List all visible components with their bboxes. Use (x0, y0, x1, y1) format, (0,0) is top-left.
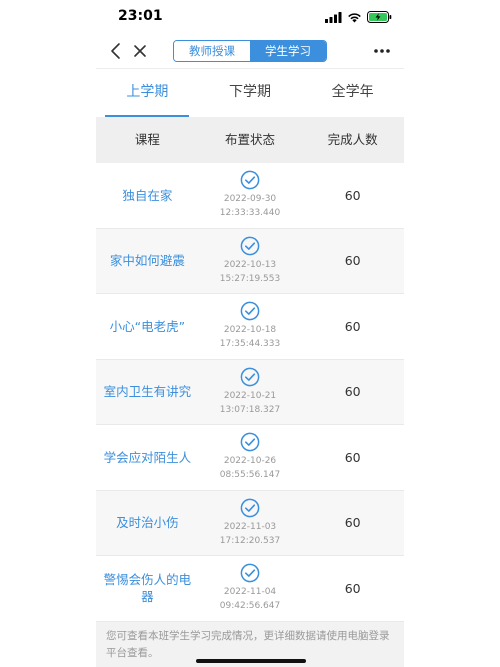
system-icons (325, 11, 392, 23)
assign-time: 13:07:18.327 (219, 404, 281, 415)
check-circle-icon (240, 563, 260, 583)
assign-time: 09:42:56.647 (219, 601, 281, 612)
more-icon[interactable] (372, 40, 392, 62)
course-name[interactable]: 室内卫生有讲究 (98, 383, 198, 400)
completed-count: 60 (344, 515, 361, 531)
right-gutter (404, 0, 500, 667)
left-gutter (0, 0, 96, 667)
column-header-course: 课程 (134, 132, 160, 147)
course-name[interactable]: 警惕会伤人的电器 (96, 571, 199, 605)
status-time: 23:01 (118, 8, 163, 24)
course-name[interactable]: 独自在家 (116, 187, 178, 204)
course-name[interactable]: 家中如何避震 (104, 252, 191, 269)
tab-second-semester[interactable]: 下学期 (199, 69, 302, 117)
assign-date: 2022-09-30 (223, 194, 277, 205)
close-icon[interactable] (130, 40, 150, 62)
battery-icon (367, 11, 392, 23)
segment-teacher[interactable]: 教师授课 (174, 41, 250, 61)
assign-date: 2022-11-04 (223, 587, 277, 598)
table-row[interactable]: 警惕会伤人的电器 2022-11-04 09:42:56.647 60 (96, 556, 404, 622)
segment-student[interactable]: 学生学习 (250, 41, 326, 61)
check-circle-icon (240, 170, 260, 190)
course-name[interactable]: 小心“电老虎” (104, 318, 191, 335)
table-row[interactable]: 室内卫生有讲究 2022-10-21 13:07:18.327 60 (96, 359, 404, 425)
completed-count: 60 (344, 318, 361, 334)
assign-date: 2022-10-26 (223, 456, 277, 467)
assign-time: 08:55:56.147 (219, 470, 281, 481)
check-circle-icon (240, 432, 260, 452)
course-name[interactable]: 学会应对陌生人 (98, 449, 198, 466)
completed-count: 60 (344, 449, 361, 465)
nav-bar: 教师授课 学生学习 (96, 36, 404, 69)
table-row[interactable]: 小心“电老虎” 2022-10-18 17:35:44.333 60 (96, 294, 404, 360)
status-bar: 23:01 (96, 0, 404, 36)
column-header-completed: 完成人数 (327, 132, 378, 147)
assign-time: 12:33:33.440 (219, 208, 281, 219)
semester-tabs: 上学期 下学期 全学年 (96, 69, 404, 117)
home-indicator (196, 659, 306, 663)
chevron-left-icon[interactable] (106, 40, 126, 62)
table-header: 课程 布置状态 完成人数 (96, 117, 404, 163)
check-circle-icon (240, 236, 260, 256)
completed-count: 60 (344, 253, 361, 269)
mode-segmented-control: 教师授课 学生学习 (173, 40, 327, 62)
table-row[interactable]: 家中如何避震 2022-10-13 15:27:19.553 60 (96, 228, 404, 294)
tab-underline (105, 115, 189, 117)
assign-time: 17:35:44.333 (219, 339, 281, 350)
wifi-icon (348, 12, 361, 22)
assign-date: 2022-10-18 (223, 325, 277, 336)
check-circle-icon (240, 367, 260, 387)
table-row[interactable]: 及时治小伤 2022-11-03 17:12:20.537 60 (96, 490, 404, 556)
table-row[interactable]: 独自在家 2022-09-30 12:33:33.440 60 (96, 163, 404, 229)
assign-date: 2022-10-13 (223, 259, 277, 270)
phone-screen: 23:01 教师授课 学生学习 上学期 下学期 全学年 课程 布置状态 完成人数… (96, 0, 404, 667)
course-name[interactable]: 及时治小伤 (110, 514, 185, 531)
assign-time: 15:27:19.553 (219, 273, 281, 284)
assign-date: 2022-10-21 (223, 390, 277, 401)
column-header-status: 布置状态 (225, 132, 276, 147)
completed-count: 60 (344, 187, 361, 203)
table-row[interactable]: 学会应对陌生人 2022-10-26 08:55:56.147 60 (96, 425, 404, 491)
completed-count: 60 (344, 580, 361, 596)
assign-time: 17:12:20.537 (219, 535, 281, 546)
assign-date: 2022-11-03 (223, 521, 277, 532)
tab-full-year[interactable]: 全学年 (301, 69, 404, 117)
check-circle-icon (240, 301, 260, 321)
table-body: 独自在家 2022-09-30 12:33:33.440 60 家中如何避震 2… (96, 163, 404, 622)
tab-first-semester[interactable]: 上学期 (96, 69, 199, 117)
check-circle-icon (240, 498, 260, 518)
completed-count: 60 (344, 384, 361, 400)
signal-icon (325, 11, 342, 23)
